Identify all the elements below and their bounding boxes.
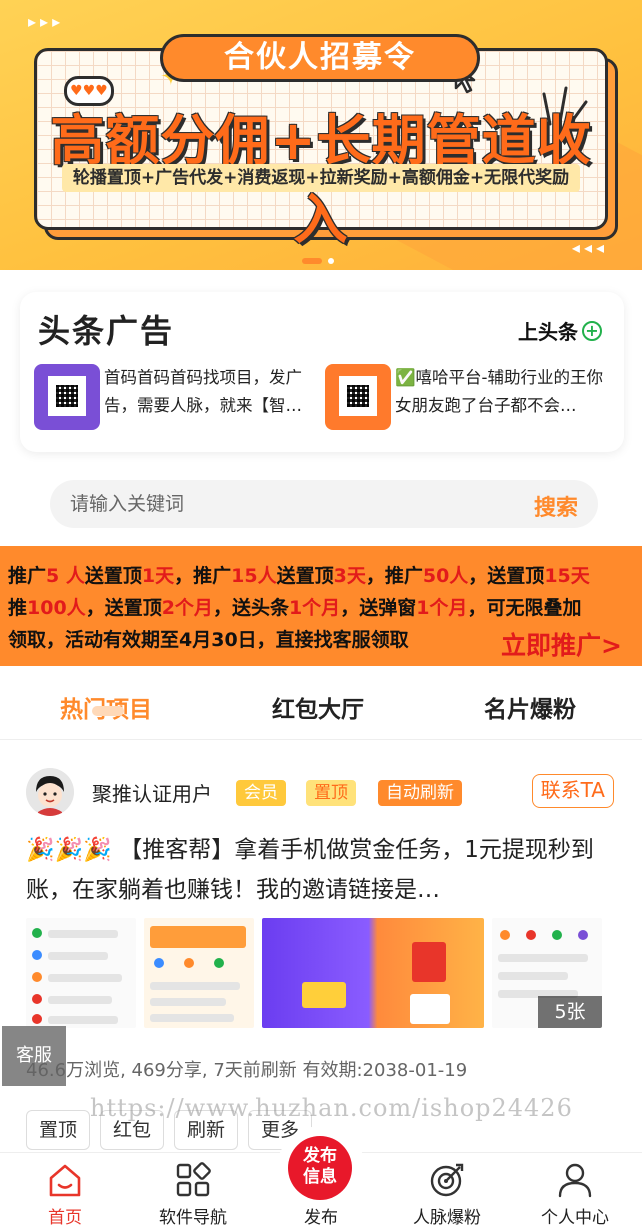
publish-button[interactable]: 发布信息 [288,1136,352,1200]
post-image[interactable] [144,918,254,1028]
headline-ad-text: 首码首码首码找项目，发广告，需要人脉，就来【智… [104,368,302,415]
search-button[interactable]: 搜索 [534,490,578,522]
nav-home[interactable]: 首页 [10,1161,120,1228]
banner-arrows-icon: ▸▸▸ [28,12,65,31]
post-image[interactable]: 5张 [492,918,602,1028]
tab-red-packet-hall[interactable]: 红包大厅 [272,690,364,724]
promo-line-1: 推广5 人送置顶1天，推广15人送置顶3天，推广50人，送置顶15天 [8,565,590,587]
nav-label: 发布 [304,1208,338,1228]
banner-tag-title: 合伙人招募令 [160,34,480,82]
avatar[interactable] [26,768,74,816]
post-image-gallery[interactable]: 5张 [26,918,606,1028]
carousel-dot-active [302,258,322,264]
contact-button[interactable]: 联系TA [531,774,614,808]
headline-ad-item[interactable]: 首码首码首码找项目，发广告，需要人脉，就来【智… [34,364,314,432]
post-meta: 46.6万浏览, 469分享, 7天前刷新 有效期:2038-01-19 [26,1060,468,1081]
nav-label: 个人中心 [541,1208,609,1228]
post-text: 🎉🎉🎉 【推客帮】拿着手机做赏金任务，1元提现秒到账，在家躺着也赚钱！我的邀请链… [26,837,594,903]
carousel-dot [328,258,334,264]
home-icon [49,1164,81,1197]
banner-subline: 轮播置顶+广告代发+消费返现+拉新奖励+高额佣金+无限代奖励 [62,164,580,192]
qr-code-icon [48,376,86,416]
avatar-image [26,768,74,816]
carousel-indicator [302,258,334,264]
promote-now-button[interactable]: 立即推广> [501,626,622,662]
nav-label: 软件导航 [159,1208,227,1228]
pinned-badge: 置顶 [306,780,356,806]
user-icon [558,1163,592,1198]
grid-icon [176,1162,211,1197]
search-bar: 搜索 [50,480,598,528]
pin-button[interactable]: 置顶 [26,1110,91,1150]
headline-ads-title: 头条广告 [38,312,175,350]
go-headline-label: 上头条 [518,320,578,344]
headline-ad-text: ✅嘻哈平台-辅助行业的王你女朋友跑了台子都不会… [395,368,603,415]
post-image[interactable] [26,918,136,1028]
post-image[interactable] [262,918,484,1028]
post-card[interactable]: 聚推认证用户 会员 置顶 自动刷新 联系TA 🎉🎉🎉 【推客帮】拿着手机做赏金任… [0,748,642,1158]
app-page: ▸▸▸ ◂◂◂ ♥♥♥ ✦ 合伙人招募令 高额分佣+长期管道收入 轮播置顶+广告… [0,0,642,1230]
plus-circle-icon: + [582,320,602,341]
auto-refresh-badge: 自动刷新 [378,780,462,806]
image-count-badge: 5张 [538,996,602,1028]
headline-ads-card: 头条广告 上头条 + 首码首码首码找项目，发广告，需要人脉，就来【智… ✅嘻哈平… [20,292,624,452]
nav-label: 人脉爆粉 [413,1208,481,1228]
promo-banner[interactable]: ▸▸▸ ◂◂◂ ♥♥♥ ✦ 合伙人招募令 高额分佣+长期管道收入 轮播置顶+广告… [0,0,642,270]
headline-ad-item[interactable]: ✅嘻哈平台-辅助行业的王你女朋友跑了台子都不会… [325,364,605,432]
nav-label: 首页 [48,1208,82,1228]
promo-notice[interactable]: 推广5 人送置顶1天，推广15人送置顶3天，推广50人，送置顶15天 推100人… [0,546,642,666]
promo-line-2: 推100人，送置顶2个月，送头条1个月，送弹窗1个月，可无限叠加 [8,597,582,619]
qr-code-icon [339,376,377,416]
post-username: 聚推认证用户 [92,782,212,806]
ad-thumbnail [325,364,391,430]
customer-service-button[interactable]: 客服 [2,1026,66,1086]
ad-thumbnail [34,364,100,430]
tab-card-fans[interactable]: 名片爆粉 [484,690,576,724]
publish-button-label: 发布信息 [303,1146,337,1187]
tab-active-indicator [92,706,124,716]
nav-software[interactable]: 软件导航 [138,1161,248,1228]
target-icon [430,1163,464,1197]
nav-contacts[interactable]: 人脉爆粉 [392,1161,502,1228]
vip-badge: 会员 [236,780,286,806]
search-input[interactable] [70,480,490,528]
go-headline-button[interactable]: 上头条 + [518,316,602,345]
watermark: https://www.huzhan.com/ishop24426 [90,1094,573,1122]
nav-profile[interactable]: 个人中心 [520,1161,630,1228]
